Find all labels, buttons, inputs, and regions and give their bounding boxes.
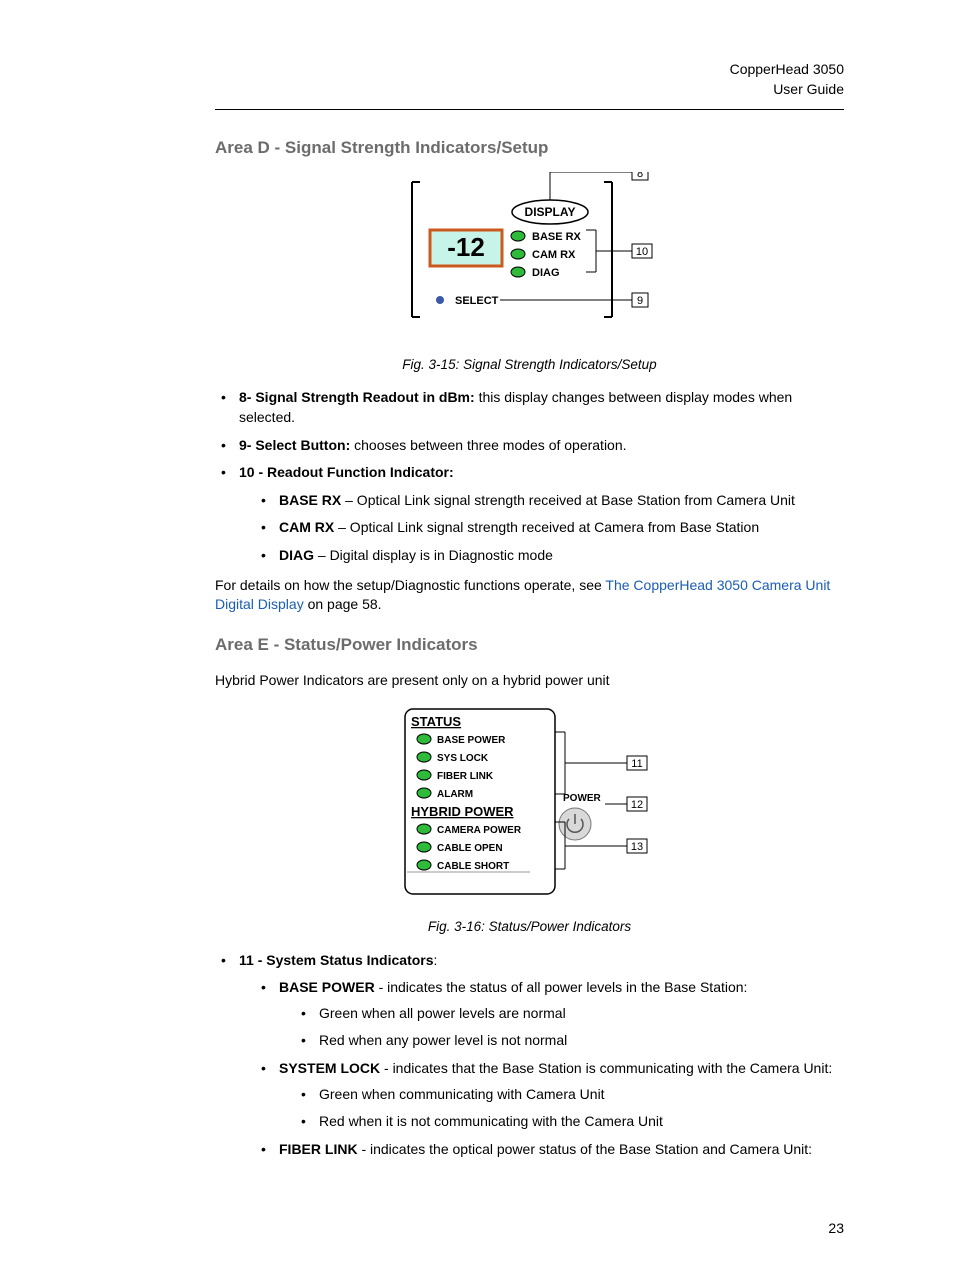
page-number: 23 [215,1219,844,1239]
item-10: 10 - Readout Function Indicator: BASE RX… [221,463,844,565]
area-d-list: 8- Signal Strength Readout in dBm: this … [221,388,844,565]
svg-text:CABLE OPEN: CABLE OPEN [437,843,503,854]
item-10-bold: 10 - Readout Function Indicator: [239,464,454,480]
svg-text:BASE POWER: BASE POWER [437,735,506,746]
svg-text:HYBRID POWER: HYBRID POWER [411,804,514,819]
sub-diag: DIAG – Digital display is in Diagnostic … [261,546,844,566]
item-11: 11 - System Status Indicators: BASE POWE… [221,951,844,1160]
item-9-bold: 9- Select Button: [239,437,354,453]
svg-text:CAM RX: CAM RX [532,249,576,261]
fig-3-15-caption: Fig. 3-15: Signal Strength Indicators/Se… [215,356,844,375]
section-e-title: Area E - Status/Power Indicators [215,633,844,657]
area-e-intro: Hybrid Power Indicators are present only… [215,671,844,691]
svg-text:13: 13 [630,841,642,853]
fig-3-15-svg: -12 DISPLAY 8 BASE RX CAM RX DIAG 10 SEL… [400,172,660,342]
svg-text:12: 12 [630,799,642,811]
figure-3-16: STATUS BASE POWER SYS LOCK FIBER LINK AL… [215,704,844,910]
bp-green: Green when all power levels are normal [301,1004,844,1024]
sub-baserx: BASE RX – Optical Link signal strength r… [261,491,844,511]
svg-text:SELECT: SELECT [455,295,499,307]
sub-camrx: CAM RX – Optical Link signal strength re… [261,518,844,538]
item-8: 8- Signal Strength Readout in dBm: this … [221,388,844,427]
svg-text:ALARM: ALARM [437,789,473,800]
sub-system-lock: SYSTEM LOCK - indicates that the Base St… [261,1059,844,1132]
fig-3-16-caption: Fig. 3-16: Status/Power Indicators [215,918,844,937]
svg-text:DIAG: DIAG [532,267,560,279]
doc-subtitle: User Guide [215,80,844,100]
product-name: CopperHead 3050 [215,60,844,80]
item-9: 9- Select Button: chooses between three … [221,436,844,456]
svg-text:BASE RX: BASE RX [532,231,582,243]
svg-text:-12: -12 [447,232,485,262]
area-e-list: 11 - System Status Indicators: BASE POWE… [221,951,844,1160]
svg-text:11: 11 [631,758,642,770]
base-power-states: Green when all power levels are normal R… [301,1004,844,1051]
svg-text:10: 10 [635,246,647,258]
header-block: CopperHead 3050 User Guide [215,60,844,99]
sl-green: Green when communicating with Camera Uni… [301,1085,844,1105]
svg-text:POWER: POWER [563,793,602,804]
svg-text:DISPLAY: DISPLAY [524,205,575,219]
svg-text:STATUS: STATUS [411,714,461,729]
item-10-sublist: BASE RX – Optical Link signal strength r… [261,491,844,566]
bp-red: Red when any power level is not normal [301,1031,844,1051]
fig-3-16-svg: STATUS BASE POWER SYS LOCK FIBER LINK AL… [395,704,665,904]
area-d-details: For details on how the setup/Diagnostic … [215,576,844,615]
item-11-sublist: BASE POWER - indicates the status of all… [261,978,844,1159]
header-rule [215,109,844,110]
sl-red: Red when it is not communicating with th… [301,1112,844,1132]
svg-text:CAMERA POWER: CAMERA POWER [437,825,522,836]
svg-text:SYS LOCK: SYS LOCK [437,753,489,764]
system-lock-states: Green when communicating with Camera Uni… [301,1085,844,1132]
sub-fiber-link: FIBER LINK - indicates the optical power… [261,1140,844,1160]
section-d-title: Area D - Signal Strength Indicators/Setu… [215,136,844,160]
svg-text:CABLE SHORT: CABLE SHORT [437,861,509,872]
sub-base-power: BASE POWER - indicates the status of all… [261,978,844,1051]
svg-text:FIBER LINK: FIBER LINK [437,771,494,782]
svg-text:9: 9 [636,295,642,307]
figure-3-15: -12 DISPLAY 8 BASE RX CAM RX DIAG 10 SEL… [215,172,844,348]
svg-text:8: 8 [636,172,642,180]
item-9-text: chooses between three modes of operation… [354,437,626,453]
item-8-bold: 8- Signal Strength Readout in dBm: [239,389,479,405]
